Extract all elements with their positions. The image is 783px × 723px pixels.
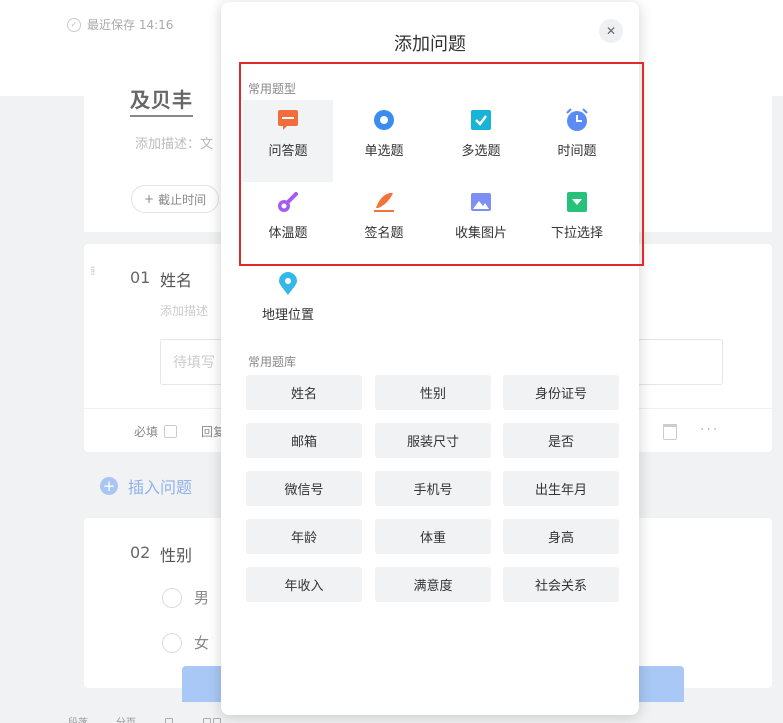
insert-label: 插入问题 <box>128 478 193 497</box>
question-label[interactable]: 性别 <box>160 542 192 566</box>
location-icon <box>279 272 297 295</box>
type-label: 多选题 <box>461 144 501 159</box>
library-item[interactable]: 社会关系 <box>503 567 619 602</box>
type-label: 地理位置 <box>261 308 314 323</box>
library-item[interactable]: 身份证号 <box>503 375 619 410</box>
plus-circle-icon: + <box>100 477 118 495</box>
image-icon <box>471 193 491 211</box>
radio-icon <box>374 110 394 130</box>
radio-circle[interactable] <box>162 587 182 608</box>
type-qa[interactable]: 问答题 <box>243 100 333 182</box>
question-description[interactable]: 添加描述 <box>160 302 208 319</box>
save-status-text: 最近保存 14:16 <box>87 18 174 32</box>
type-single[interactable]: 单选题 <box>339 100 429 182</box>
radio-circle[interactable] <box>162 632 182 653</box>
type-location[interactable]: 地理位置 <box>243 264 333 346</box>
type-label: 签名题 <box>364 226 404 241</box>
type-label: 问答题 <box>268 144 308 159</box>
type-multi[interactable]: 多选题 <box>436 100 526 182</box>
more-icon[interactable]: ··· <box>700 422 719 438</box>
modal-title: 添加问题 <box>394 34 466 55</box>
library-item[interactable]: 体重 <box>375 519 491 554</box>
check-circle-icon: ✓ <box>67 17 81 32</box>
option-label: 男 <box>194 589 210 607</box>
library-item[interactable]: 满意度 <box>375 567 491 602</box>
radio-option[interactable]: 女 <box>162 632 209 653</box>
toolbar-item[interactable]: 口口 <box>202 714 222 723</box>
question-label[interactable]: 姓名 <box>160 267 192 291</box>
type-label: 时间题 <box>557 144 597 159</box>
type-label: 下拉选择 <box>550 226 603 241</box>
qa-icon <box>278 110 298 130</box>
deadline-label: 截止时间 <box>158 192 207 207</box>
library-item[interactable]: 年龄 <box>246 519 362 554</box>
radio-option[interactable]: 男 <box>162 587 209 608</box>
library-item[interactable]: 姓名 <box>246 375 362 410</box>
required-label: 必填 <box>134 425 159 439</box>
close-icon[interactable]: ✕ <box>599 19 623 43</box>
library-item[interactable]: 手机号 <box>375 471 491 506</box>
clock-icon <box>566 108 588 131</box>
required-checkbox[interactable] <box>164 425 178 438</box>
toolbar-item[interactable]: 分页 <box>116 714 136 723</box>
library-item[interactable]: 年收入 <box>246 567 362 602</box>
library-item[interactable]: 是否 <box>503 423 619 458</box>
type-image[interactable]: 收集图片 <box>436 182 526 264</box>
library-item[interactable]: 微信号 <box>246 471 362 506</box>
add-question-modal: 添加问题 ✕ 常用题型 问答题 单选题 多选题 时间题 体温题 签名题 收集图片… <box>221 2 644 715</box>
type-dropdown[interactable]: 下拉选择 <box>532 182 622 264</box>
form-description[interactable]: 添加描述：文 <box>135 133 213 152</box>
library-item[interactable]: 身高 <box>503 519 619 554</box>
option-label: 女 <box>194 634 210 652</box>
type-label: 体温题 <box>268 226 308 241</box>
plus-icon: + <box>144 192 155 206</box>
type-time[interactable]: 时间题 <box>532 100 622 182</box>
save-status: ✓ 最近保存 14:16 <box>67 16 173 33</box>
deadline-button[interactable]: + 截止时间 <box>131 185 220 213</box>
required-toggle[interactable]: 必填 <box>134 423 178 440</box>
library-title: 常用题库 <box>248 355 297 369</box>
library-item[interactable]: 性别 <box>375 375 491 410</box>
thermometer-icon <box>278 192 298 212</box>
library-item[interactable]: 服装尺寸 <box>375 423 491 458</box>
signature-icon <box>374 192 394 212</box>
library-item[interactable]: 出生年月 <box>503 471 619 506</box>
type-signature[interactable]: 签名题 <box>339 182 429 264</box>
type-label: 收集图片 <box>454 226 507 241</box>
toolbar-item[interactable]: 段落 <box>68 714 88 723</box>
form-title[interactable]: 及贝丰 <box>130 84 193 117</box>
type-label: 单选题 <box>364 144 404 159</box>
insert-question-button[interactable]: + 插入问题 <box>100 474 192 498</box>
toolbar-item[interactable]: 口 <box>164 714 174 723</box>
checkbox-icon <box>471 110 491 130</box>
trash-icon[interactable] <box>663 424 677 440</box>
bottom-toolbar-items: 段落 分页 口 口口 <box>68 714 222 723</box>
type-temperature[interactable]: 体温题 <box>243 182 333 264</box>
drag-handle-icon[interactable]: ⁞⁞ <box>90 265 100 277</box>
question-number: 02 <box>130 543 151 562</box>
question-number: 01 <box>130 268 151 287</box>
common-types-title: 常用题型 <box>248 82 297 96</box>
library-item[interactable]: 邮箱 <box>246 423 362 458</box>
dropdown-icon <box>567 192 587 212</box>
